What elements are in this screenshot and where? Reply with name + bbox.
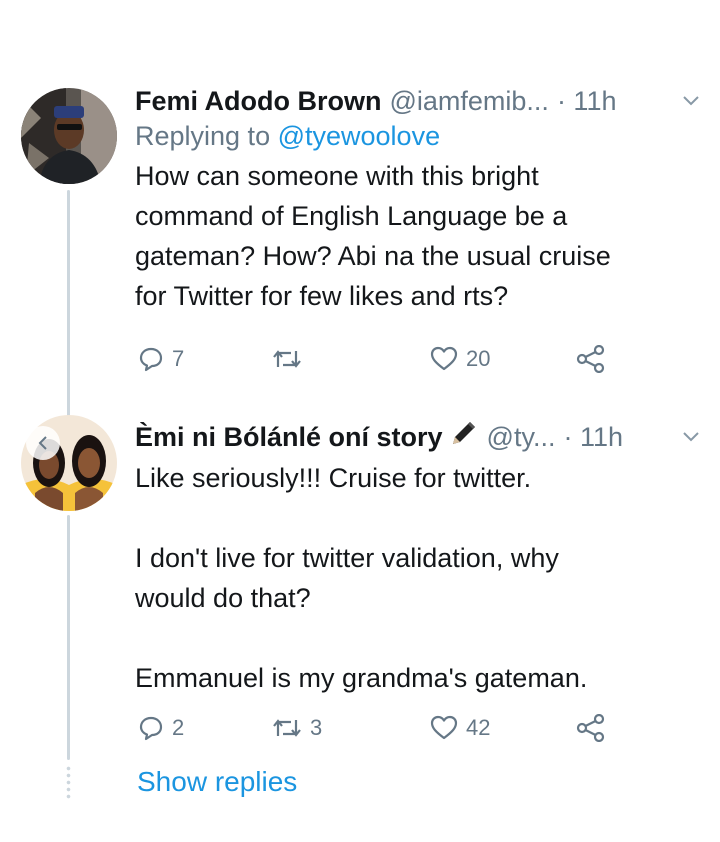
- retweet-icon: [272, 716, 302, 740]
- tweet-header: Èmi ni Bólánlé oní story @ty... · 11h: [135, 418, 702, 456]
- like-count: 20: [466, 346, 491, 371]
- tweet[interactable]: Èmi ni Bólánlé oní story @ty... · 11h Li…: [135, 418, 702, 698]
- timestamp[interactable]: · 11h: [557, 84, 617, 118]
- replying-to: Replying to @tyewoolove: [135, 118, 702, 154]
- like-count: 42: [466, 715, 491, 740]
- reply-icon: [138, 346, 164, 372]
- tweet-text: Like seriously!!! Cruise for twitter. I …: [135, 463, 588, 693]
- tweet-actions: 7 20: [0, 342, 720, 376]
- user-name[interactable]: Èmi ni Bólánlé oní story: [135, 420, 443, 454]
- pen-emoji-icon: [449, 418, 479, 456]
- chevron-down-icon[interactable]: [680, 426, 702, 448]
- retweet-icon: [272, 347, 302, 371]
- reply-icon: [138, 715, 164, 741]
- reply-count: 7: [172, 346, 185, 371]
- user-name[interactable]: Femi Adodo Brown: [135, 84, 381, 118]
- tweet-header: Femi Adodo Brown @iamfemib... · 11h: [135, 84, 702, 118]
- tweet[interactable]: Femi Adodo Brown @iamfemib... · 11h Repl…: [135, 84, 702, 316]
- tweet-text: How can someone with this bright command…: [135, 161, 611, 311]
- reply-button[interactable]: 2: [138, 715, 184, 741]
- thread-line: [67, 190, 70, 425]
- mention-link[interactable]: @tyewoolove: [278, 121, 441, 151]
- user-handle[interactable]: @iamfemib...: [389, 84, 548, 118]
- timestamp[interactable]: · 11h: [563, 420, 623, 454]
- retweet-button[interactable]: [272, 347, 310, 371]
- like-button[interactable]: 42: [430, 715, 490, 741]
- share-icon: [576, 714, 606, 742]
- avatar[interactable]: [21, 88, 117, 184]
- reply-count: 2: [172, 715, 185, 740]
- heart-icon: [430, 715, 458, 741]
- chevron-down-icon[interactable]: [680, 90, 702, 112]
- show-replies-link[interactable]: Show replies: [137, 766, 297, 798]
- heart-icon: [430, 346, 458, 372]
- share-button[interactable]: [576, 714, 606, 742]
- reply-button[interactable]: 7: [138, 346, 184, 372]
- like-button[interactable]: 20: [430, 346, 490, 372]
- retweet-count: 3: [310, 715, 323, 740]
- user-handle[interactable]: @ty...: [487, 420, 556, 454]
- retweet-button[interactable]: 3: [272, 715, 322, 741]
- tweet-actions: 2 3 42: [0, 711, 720, 745]
- carousel-back-icon[interactable]: [26, 426, 60, 460]
- replying-label: Replying to: [135, 121, 278, 151]
- share-button[interactable]: [576, 345, 606, 373]
- thread-dots: [66, 765, 71, 799]
- share-icon: [576, 345, 606, 373]
